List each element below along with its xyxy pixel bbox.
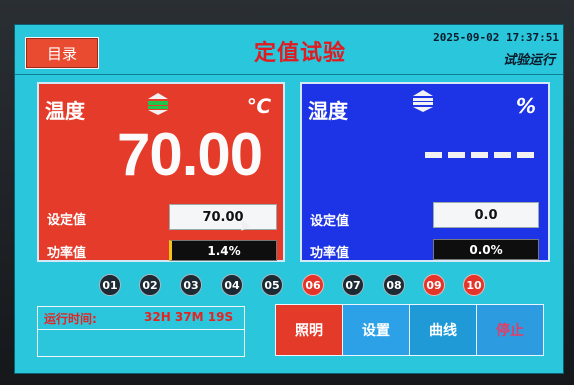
temperature-power-value: 1.4% — [169, 240, 277, 261]
runtime-row: 运行时间: 32H 37M 19S — [38, 307, 244, 330]
temperature-set-input[interactable]: 70.00 — [169, 204, 277, 230]
channel-indicator: 07 — [342, 274, 364, 296]
settings-button[interactable]: 设置 — [343, 305, 410, 355]
runtime-label: 运行时间: — [44, 312, 97, 326]
channel-indicator: 04 — [221, 274, 243, 296]
temperature-set-label: 设定值 — [47, 213, 87, 228]
runtime-value: 32H 37M 19S — [144, 310, 234, 324]
temperature-label: 温度 — [45, 99, 85, 123]
channel-indicator: 05 — [261, 274, 283, 296]
hmi-screen: 目录 定值试验 2025-09-02 17:37:51 试验运行 温度 ℃ 70… — [14, 24, 564, 374]
channel-indicator: 08 — [383, 274, 405, 296]
humidity-status-icon — [413, 90, 433, 112]
curve-button[interactable]: 曲线 — [410, 305, 477, 355]
temperature-panel: 温度 ℃ 70.00 设定值 70.00 功率值 1.4% — [37, 82, 285, 262]
humidity-unit: % — [515, 94, 536, 118]
datetime-display: 2025-09-02 17:37:51 — [433, 31, 559, 44]
header-divider — [15, 74, 563, 75]
temperature-status-icon — [148, 93, 168, 115]
lighting-button[interactable]: 照明 — [276, 305, 343, 355]
temperature-unit: ℃ — [246, 94, 271, 118]
run-status: 试验运行 — [502, 53, 555, 68]
humidity-set-label: 设定值 — [310, 214, 350, 229]
temperature-value: 70.00 — [117, 121, 263, 188]
humidity-panel: 湿度 % 设定值 0.0 功率值 0.0% — [300, 82, 550, 262]
runtime-box: 运行时间: 32H 37M 19S — [37, 306, 245, 357]
humidity-power-label: 功率值 — [310, 246, 350, 261]
humidity-label: 湿度 — [308, 99, 348, 123]
stop-button[interactable]: 停止 — [477, 305, 543, 355]
humidity-value-placeholder — [425, 152, 534, 158]
action-button-bar: 照明 设置 曲线 停止 — [275, 304, 544, 356]
channel-indicator: 03 — [180, 274, 202, 296]
channel-indicator: 02 — [139, 274, 161, 296]
humidity-power-value: 0.0% — [433, 239, 539, 260]
menu-button[interactable]: 目录 — [25, 37, 99, 69]
page-title: 定值试验 — [253, 40, 346, 66]
humidity-set-input[interactable]: 0.0 — [433, 202, 539, 228]
temperature-power-label: 功率值 — [47, 246, 87, 261]
channel-indicator: 10 — [463, 274, 485, 296]
channel-indicator: 09 — [423, 274, 445, 296]
channel-indicator: 06 — [302, 274, 324, 296]
channel-indicator: 01 — [99, 274, 121, 296]
